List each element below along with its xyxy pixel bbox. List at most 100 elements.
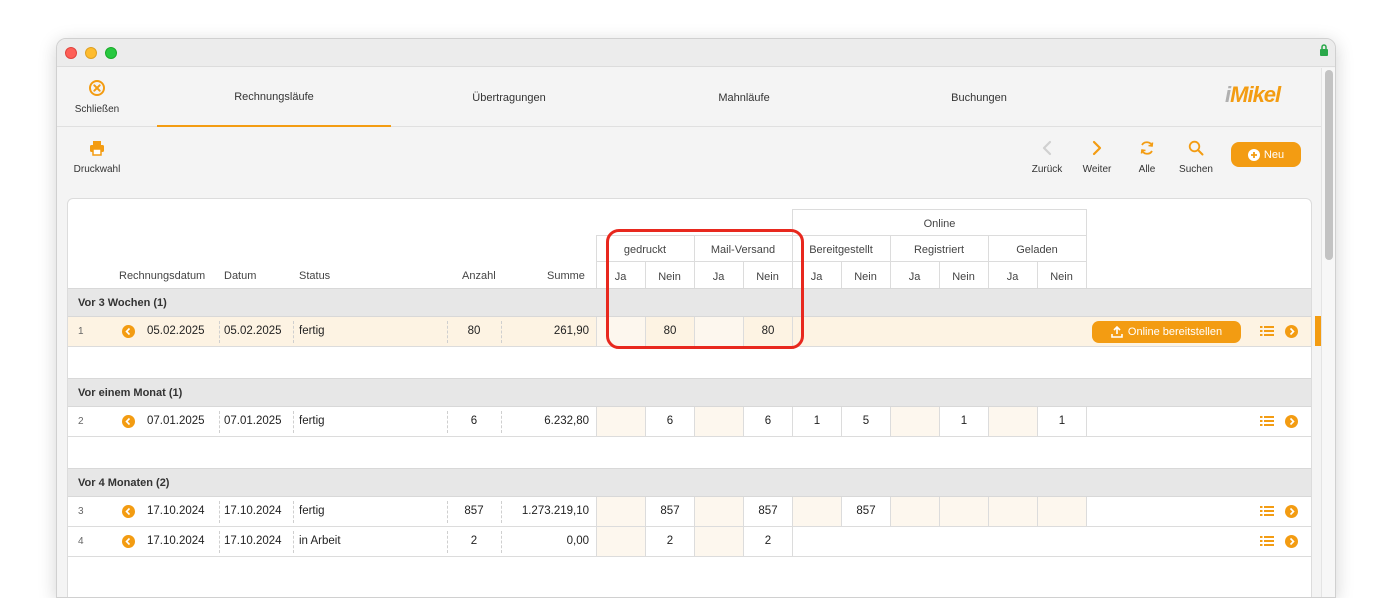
search-button[interactable]: Suchen xyxy=(1173,140,1219,175)
bereit-ja: 1 xyxy=(792,407,841,436)
header-summe: Summe xyxy=(547,270,585,282)
scrollbar-thumb[interactable] xyxy=(1325,70,1333,260)
table-row[interactable]: 2 07.01.2025 07.01.2025 fertig 6 6.232,8… xyxy=(68,407,1311,437)
summe: 6.232,80 xyxy=(544,415,589,427)
arrow-left-circle-icon[interactable] xyxy=(122,325,135,338)
datum: 07.01.2025 xyxy=(224,415,282,427)
reg-ja xyxy=(890,407,939,436)
close-circle-icon xyxy=(89,80,105,96)
gedruckt-ja xyxy=(596,317,645,346)
back-button[interactable]: Zurück xyxy=(1024,140,1070,175)
anzahl: 2 xyxy=(470,535,478,547)
arrow-right-circle-icon[interactable] xyxy=(1285,535,1298,548)
summe: 261,90 xyxy=(553,325,589,337)
table-row[interactable]: 3 17.10.2024 17.10.2024 fertig 857 1.273… xyxy=(68,497,1311,527)
gedruckt-ja xyxy=(596,497,645,526)
tab-buchungen[interactable]: Buchungen xyxy=(861,68,1097,127)
header-bereit-ja: Ja xyxy=(810,271,823,283)
status: fertig xyxy=(299,325,325,337)
next-button[interactable]: Weiter xyxy=(1074,140,1120,175)
table-row[interactable]: 4 17.10.2024 17.10.2024 in Arbeit 2 0,00… xyxy=(68,527,1311,557)
new-button[interactable]: Neu xyxy=(1231,142,1301,167)
mail-nein: 80 xyxy=(743,317,792,346)
status: fertig xyxy=(299,415,325,427)
refresh-icon xyxy=(1140,141,1154,155)
bereit-nein: 5 xyxy=(841,407,890,436)
reg-ja xyxy=(890,497,939,526)
printer-icon xyxy=(90,141,104,156)
arrow-left-circle-icon[interactable] xyxy=(122,535,135,548)
close-window-button[interactable] xyxy=(65,47,77,59)
all-label: Alle xyxy=(1138,164,1156,175)
toolbar: Druckwahl Zurück Weiter Alle Suchen Neu xyxy=(57,128,1323,198)
header-registriert: Registriert xyxy=(913,244,965,256)
anzahl: 80 xyxy=(467,325,481,337)
datum: 05.02.2025 xyxy=(224,325,282,337)
list-icon[interactable] xyxy=(1260,535,1274,547)
vertical-scrollbar[interactable] xyxy=(1321,68,1335,597)
rechnungsdatum: 17.10.2024 xyxy=(147,505,205,517)
search-icon xyxy=(1188,140,1204,156)
header-anzahl: Anzahl xyxy=(462,270,496,282)
list-icon[interactable] xyxy=(1260,415,1274,427)
gel-nein xyxy=(1037,497,1086,526)
reg-nein: 1 xyxy=(939,407,988,436)
group-header[interactable]: Vor 4 Monaten (2) xyxy=(68,468,1311,497)
group-header[interactable]: Vor einem Monat (1) xyxy=(68,378,1311,407)
datum: 17.10.2024 xyxy=(224,535,282,547)
tab-mahnlaeufe[interactable]: Mahnläufe xyxy=(627,68,861,127)
header-mail-nein: Nein xyxy=(756,271,779,283)
rechnungsdatum: 07.01.2025 xyxy=(147,415,205,427)
arrow-right-circle-icon[interactable] xyxy=(1285,325,1298,338)
arrow-left-circle-icon[interactable] xyxy=(122,415,135,428)
header-status: Status xyxy=(299,270,331,282)
mail-nein: 2 xyxy=(743,527,792,556)
summe: 1.273.219,10 xyxy=(521,505,589,517)
title-bar xyxy=(57,39,1335,67)
imikel-logo: iMikel xyxy=(1225,82,1281,107)
zoom-window-button[interactable] xyxy=(105,47,117,59)
list-icon[interactable] xyxy=(1260,505,1274,517)
header-gel-nein: Nein xyxy=(1050,271,1073,283)
arrow-left-circle-icon[interactable] xyxy=(122,505,135,518)
table-row[interactable]: 1 05.02.2025 05.02.2025 fertig 80 261,90… xyxy=(68,317,1311,347)
plus-circle-icon xyxy=(1247,148,1260,161)
gedruckt-nein: 857 xyxy=(645,497,694,526)
back-label: Zurück xyxy=(1031,164,1063,175)
print-button[interactable]: Druckwahl xyxy=(71,140,123,175)
header-bereitgestellt: Bereitgestellt xyxy=(809,244,873,256)
tab-rechnungslaeufe[interactable]: Rechnungsläufe xyxy=(157,68,391,127)
anzahl: 6 xyxy=(470,415,478,427)
list-icon[interactable] xyxy=(1260,325,1274,337)
minimize-window-button[interactable] xyxy=(85,47,97,59)
mail-ja xyxy=(694,497,743,526)
header-reg-ja: Ja xyxy=(908,271,921,283)
rechnungsdatum: 17.10.2024 xyxy=(147,535,205,547)
tab-uebertragungen[interactable]: Übertragungen xyxy=(391,68,627,127)
chevron-right-icon xyxy=(1092,140,1102,156)
arrow-right-circle-icon[interactable] xyxy=(1285,505,1298,518)
bereit-ja xyxy=(792,497,841,526)
gel-ja xyxy=(988,407,1037,436)
header-mail-versand: Mail-Versand xyxy=(710,244,776,256)
mail-ja xyxy=(694,407,743,436)
header-gel-ja: Ja xyxy=(1006,271,1019,283)
mail-nein: 857 xyxy=(743,497,792,526)
header-reg-nein: Nein xyxy=(952,271,975,283)
gel-nein: 1 xyxy=(1037,407,1086,436)
print-label: Druckwahl xyxy=(73,164,121,175)
arrow-right-circle-icon[interactable] xyxy=(1285,415,1298,428)
header-geladen: Geladen xyxy=(1016,244,1058,256)
datum: 17.10.2024 xyxy=(224,505,282,517)
row-number: 4 xyxy=(78,536,84,547)
online-bereitstellen-button[interactable]: Online bereitstellen xyxy=(1092,321,1241,343)
bereit-nein: 857 xyxy=(841,497,890,526)
app-window: Schließen Rechnungsläufe Übertragungen M… xyxy=(56,38,1336,598)
all-button[interactable]: Alle xyxy=(1124,140,1170,175)
anzahl: 857 xyxy=(464,505,484,517)
close-button[interactable]: Schließen xyxy=(71,80,123,115)
reg-nein xyxy=(939,497,988,526)
group-header[interactable]: Vor 3 Wochen (1) xyxy=(68,288,1311,317)
top-navigation: Schließen Rechnungsläufe Übertragungen M… xyxy=(57,68,1323,127)
header-mail-ja: Ja xyxy=(712,271,725,283)
